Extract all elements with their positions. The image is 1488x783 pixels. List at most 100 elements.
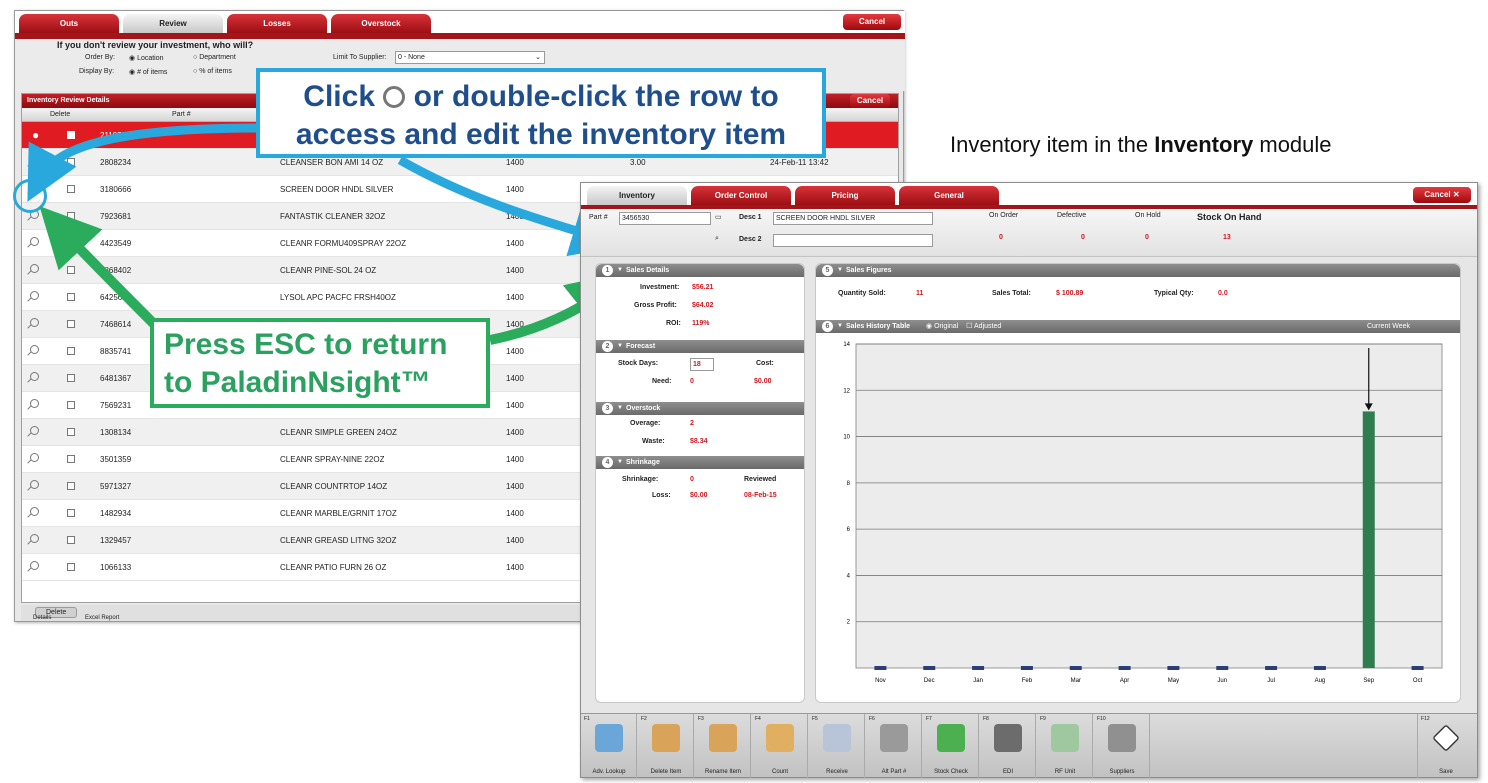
- save-key: F12: [1421, 716, 1430, 722]
- x-tick-label: Oct: [1413, 678, 1423, 684]
- magnifier-icon: [383, 86, 406, 108]
- y-tick-label: 12: [843, 388, 850, 394]
- y-tick-label: 4: [847, 573, 851, 579]
- tab-inventory[interactable]: Inventory: [587, 186, 687, 205]
- toolbar-label: Alt Part #: [881, 769, 907, 775]
- save-button[interactable]: F12 Save: [1417, 714, 1473, 778]
- bar: [923, 666, 936, 670]
- qty-sold-label: Quantity Sold:: [838, 290, 886, 297]
- original-radio[interactable]: ◉ Original: [926, 323, 958, 330]
- bar: [1118, 666, 1131, 670]
- on-order-label: On Order: [989, 212, 1019, 219]
- x-tick-label: Dec: [924, 678, 935, 684]
- folder-icon[interactable]: ▭: [715, 213, 722, 221]
- toolbar-icon: [1108, 724, 1136, 752]
- toolbar-icon: [823, 724, 851, 752]
- toolbar-button-count[interactable]: F4 Count: [752, 714, 808, 778]
- toolbar-label: Count: [771, 769, 788, 775]
- defective-value: 0: [1081, 234, 1085, 241]
- blue-arrow-right: [397, 156, 626, 257]
- stock-days-input[interactable]: 18: [690, 358, 714, 371]
- function-key: F5: [812, 716, 818, 722]
- tab-order-control[interactable]: Order Control: [691, 186, 791, 205]
- toolbar-label: Delete Item: [650, 769, 682, 775]
- bar: [1020, 666, 1033, 670]
- x-tick-label: Sep: [1363, 678, 1374, 684]
- current-week-label: Current Week: [1366, 323, 1410, 330]
- function-key: F8: [983, 716, 989, 722]
- function-key: F4: [755, 716, 761, 722]
- forecast-header[interactable]: 2 ▼ Forecast: [596, 340, 804, 353]
- defective-label: Defective: [1057, 212, 1087, 219]
- overage-label: Overage:: [630, 420, 661, 427]
- y-tick-label: 6: [847, 527, 851, 533]
- on-hold-value: 0: [1145, 234, 1149, 241]
- x-tick-label: May: [1168, 678, 1179, 684]
- qty-sold-value: 11: [916, 290, 924, 297]
- typical-qty-value: 0.0: [1218, 290, 1228, 297]
- y-tick-label: 2: [847, 620, 851, 626]
- desc2-label: Desc 2: [739, 236, 762, 243]
- toolbar-icon: [994, 724, 1022, 752]
- sales-total-label: Sales Total:: [992, 290, 1031, 297]
- toolbar-button-rf-unit[interactable]: F9 RF Unit: [1037, 714, 1093, 778]
- toolbar-icon: [652, 724, 680, 752]
- sales-history-chart: 2 4 6 8 10 12 14 Nov Dec Jan Feb Mar Apr May Jun Jul Aug…: [843, 342, 1443, 684]
- need-label: Need:: [652, 378, 672, 385]
- stock-days-label: Stock Days:: [618, 360, 659, 367]
- toolbar-button-alt-part[interactable]: F6 Alt Part #: [866, 714, 922, 778]
- loss-value: $0.00: [690, 492, 708, 499]
- stock-on-hand-value: 13: [1223, 234, 1231, 241]
- bar: [1069, 666, 1082, 670]
- adjusted-radio[interactable]: ☐ Adjusted: [966, 323, 1001, 330]
- shrinkage-value: 0: [690, 476, 694, 483]
- sales-history-header[interactable]: 6 ▼ Sales History Table ◉ Original ☐ Adjus…: [816, 320, 1460, 333]
- sales-figures-header[interactable]: 5 ▼ Sales Figures: [816, 264, 1460, 277]
- gross-profit-label: Gross Profit:: [634, 302, 677, 309]
- sales-details-header[interactable]: 1 ▼ Sales Details: [596, 264, 804, 277]
- callout-click-row: Click or double-click the row to access …: [256, 68, 826, 158]
- sales-total-value: $ 100.89: [1056, 290, 1084, 297]
- x-tick-label: Aug: [1315, 678, 1326, 684]
- toolbar-label: RF Unit: [1054, 769, 1076, 775]
- details-panel: 1 ▼ Sales Details Investment: $56.21 Gross…: [595, 263, 805, 703]
- waste-label: Waste:: [642, 438, 665, 445]
- toolbar-button-stock-check[interactable]: F7 Stock Check: [923, 714, 979, 778]
- shrinkage-header[interactable]: 4 ▼ Shrinkage: [596, 456, 804, 469]
- stock-on-hand-label: Stock On Hand: [1197, 212, 1262, 222]
- reviewed-label: Reviewed: [744, 476, 777, 483]
- toolbar-button-rename-item[interactable]: F3 Rename Item: [695, 714, 751, 778]
- bar: [1167, 666, 1180, 670]
- desc1-input[interactable]: SCREEN DOOR HNDL SILVER: [773, 212, 933, 225]
- x-tick-label: Jun: [1217, 678, 1227, 684]
- bar: [874, 666, 887, 670]
- bar: [1265, 666, 1278, 670]
- sales-panel: 5 ▼ Sales Figures Quantity Sold: 11 Sales …: [815, 263, 1461, 703]
- need-value: 0: [690, 378, 694, 385]
- overstock-header[interactable]: 3 ▼ Overstock: [596, 402, 804, 415]
- part-number-input[interactable]: 3456530: [619, 212, 711, 225]
- waste-value: $8.34: [690, 438, 708, 445]
- tab-pricing[interactable]: Pricing: [795, 186, 895, 205]
- blue-arrow-left: [27, 123, 261, 202]
- reviewed-date: 08-Feb-15: [744, 492, 777, 499]
- toolbar-button-receive[interactable]: F5 Receive: [809, 714, 865, 778]
- x-tick-label: Apr: [1120, 678, 1129, 684]
- toolbar-label: Stock Check: [934, 769, 968, 775]
- desc2-input[interactable]: [773, 234, 933, 247]
- toolbar-label: Suppliers: [1109, 769, 1135, 775]
- search-icon[interactable]: ⌕: [715, 235, 719, 243]
- toolbar-button-suppliers[interactable]: F10 Suppliers: [1094, 714, 1150, 778]
- inventory-cancel-button[interactable]: Cancel ✕: [1413, 187, 1471, 203]
- investment-label: Investment:: [640, 284, 680, 291]
- tab-general[interactable]: General: [899, 186, 999, 205]
- plot-area: [855, 343, 1443, 669]
- y-tick-label: 14: [843, 342, 850, 348]
- toolbar-icon: [595, 724, 623, 752]
- bar: [972, 666, 985, 670]
- toolbar-button-edi[interactable]: F8 EDI: [980, 714, 1036, 778]
- toolbar-icon: [709, 724, 737, 752]
- toolbar-icon: [1051, 724, 1079, 752]
- toolbar-button-delete-item[interactable]: F2 Delete Item: [638, 714, 694, 778]
- toolbar-button-adv-lookup[interactable]: F1 Adv. Lookup: [581, 714, 637, 778]
